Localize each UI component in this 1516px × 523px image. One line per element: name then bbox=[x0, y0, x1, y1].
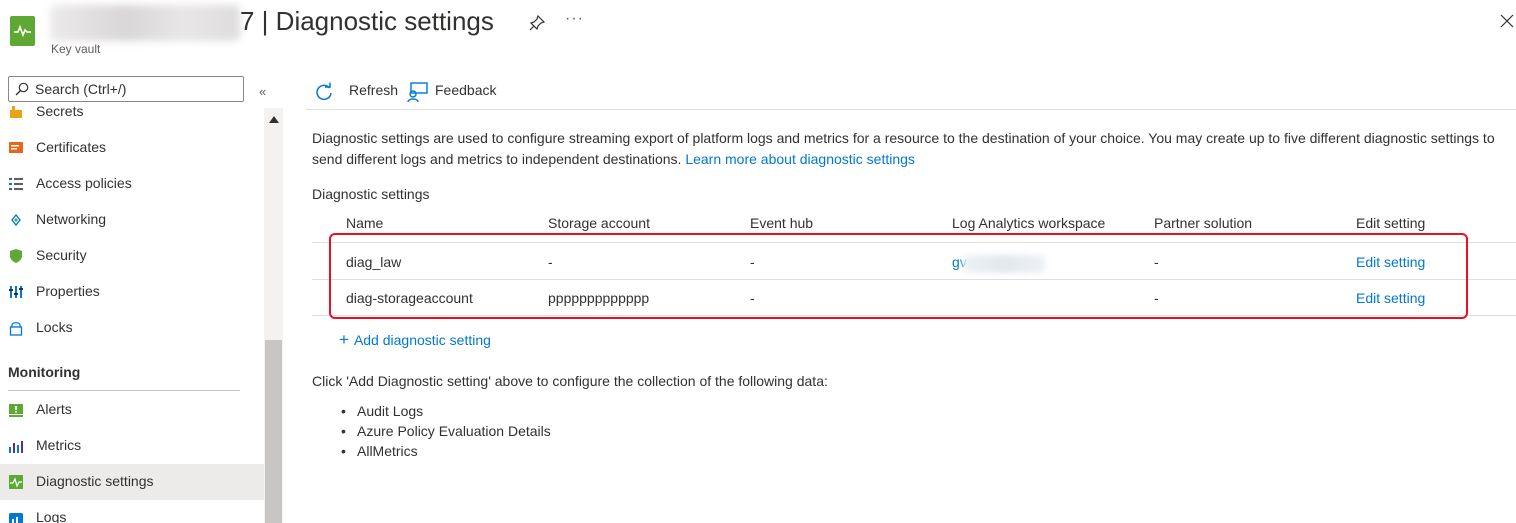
alert-icon bbox=[8, 402, 24, 418]
search-icon bbox=[15, 82, 29, 96]
page-title: 7 | Diagnostic settings bbox=[240, 6, 494, 36]
add-diagnostic-setting-label: Add diagnostic setting bbox=[353, 332, 491, 348]
key-vault-resource-icon bbox=[10, 16, 35, 46]
sidebar-item-diagnostic-settings[interactable]: Diagnostic settings bbox=[0, 464, 264, 500]
sidebar-item-properties[interactable]: Properties bbox=[0, 274, 264, 310]
command-bar: Refresh Feedback bbox=[306, 74, 1516, 110]
scrollbar-thumb[interactable] bbox=[265, 340, 282, 523]
scroll-up-arrow-icon[interactable] bbox=[269, 116, 279, 123]
close-icon[interactable] bbox=[1500, 14, 1516, 30]
plus-icon: + bbox=[339, 330, 349, 349]
sidebar-item-label: Locks bbox=[36, 319, 73, 335]
feedback-icon bbox=[407, 82, 428, 102]
pin-icon[interactable] bbox=[528, 14, 546, 32]
sidebar-item-secrets[interactable]: Secrets bbox=[0, 102, 264, 130]
blade-header: 7 | Diagnostic settings Key vault ··· bbox=[0, 0, 1516, 70]
section-divider bbox=[8, 390, 240, 391]
properties-icon bbox=[8, 284, 24, 300]
column-header-name: Name bbox=[346, 215, 384, 231]
sidebar-item-locks[interactable]: Locks bbox=[0, 310, 264, 346]
section-monitoring: Monitoring bbox=[8, 364, 81, 380]
diagnostic-settings-section-label: Diagnostic settings bbox=[312, 186, 430, 202]
shield-icon bbox=[8, 248, 24, 264]
refresh-button[interactable]: Refresh bbox=[314, 78, 404, 104]
sidebar-item-label: Properties bbox=[36, 283, 100, 299]
data-categories-list: Audit Logs Azure Policy Evaluation Detai… bbox=[339, 401, 551, 461]
sidebar-scrollbar[interactable] bbox=[264, 108, 283, 523]
sidebar-item-label: Metrics bbox=[36, 437, 82, 453]
sidebar-item-label: Certificates bbox=[36, 139, 107, 155]
lock-icon bbox=[8, 320, 24, 336]
logs-icon bbox=[8, 510, 24, 523]
sidebar-item-label: Access policies bbox=[36, 175, 132, 191]
column-header-log-analytics-workspace: Log Analytics workspace bbox=[952, 215, 1106, 231]
sidebar-item-metrics[interactable]: Metrics bbox=[0, 428, 264, 464]
sidebar-item-security[interactable]: Security bbox=[0, 238, 264, 274]
sidebar-item-label: Diagnostic settings bbox=[36, 473, 154, 489]
sidebar-item-networking[interactable]: Networking bbox=[0, 202, 264, 238]
refresh-icon bbox=[316, 82, 332, 101]
sidebar-item-label: Logs bbox=[36, 509, 67, 523]
resource-type-label: Key vault bbox=[51, 42, 101, 56]
feedback-label: Feedback bbox=[435, 82, 497, 98]
column-header-event-hub: Event hub bbox=[750, 215, 814, 231]
column-header-partner-solution: Partner solution bbox=[1154, 215, 1253, 231]
sidebar-item-label: Security bbox=[36, 247, 87, 263]
sidebar-item-certificates[interactable]: Certificates bbox=[0, 130, 264, 166]
sidebar-nav: Secrets Certificates Access policies Net… bbox=[0, 102, 264, 523]
diagnostic-icon bbox=[8, 474, 24, 490]
feedback-button[interactable]: Feedback bbox=[407, 78, 507, 104]
access-policies-icon bbox=[8, 176, 24, 192]
collapse-sidebar-icon[interactable]: « bbox=[259, 84, 266, 99]
key-icon bbox=[8, 104, 24, 120]
refresh-label: Refresh bbox=[349, 82, 399, 98]
sidebar-item-access-policies[interactable]: Access policies bbox=[0, 166, 264, 202]
column-header-storage-account: Storage account bbox=[548, 215, 650, 231]
search-input[interactable] bbox=[35, 79, 235, 99]
sidebar-item-alerts[interactable]: Alerts bbox=[0, 392, 264, 428]
more-options-icon[interactable]: ··· bbox=[565, 10, 584, 28]
sidebar-item-label: Secrets bbox=[36, 103, 84, 119]
sidebar-item-label: Networking bbox=[36, 211, 107, 227]
sidebar-search[interactable] bbox=[8, 76, 244, 102]
description: Diagnostic settings are used to configur… bbox=[312, 128, 1502, 170]
highlight-annotation-box bbox=[329, 233, 1468, 319]
redacted-resource-name bbox=[50, 5, 240, 41]
list-item: Audit Logs bbox=[339, 401, 551, 421]
certificate-icon bbox=[8, 140, 24, 156]
sidebar-item-label: Alerts bbox=[36, 401, 72, 417]
metrics-icon bbox=[8, 438, 24, 454]
list-item: AllMetrics bbox=[339, 441, 551, 461]
sidebar-item-logs[interactable]: Logs bbox=[0, 500, 264, 523]
list-item: Azure Policy Evaluation Details bbox=[339, 421, 551, 441]
learn-more-link[interactable]: Learn more about diagnostic settings bbox=[685, 151, 915, 167]
networking-icon bbox=[8, 212, 24, 228]
collect-instructions: Click 'Add Diagnostic setting' above to … bbox=[312, 373, 828, 389]
column-header-edit-setting: Edit setting bbox=[1356, 215, 1426, 231]
add-diagnostic-setting-link[interactable]: + Add diagnostic setting bbox=[339, 330, 491, 350]
